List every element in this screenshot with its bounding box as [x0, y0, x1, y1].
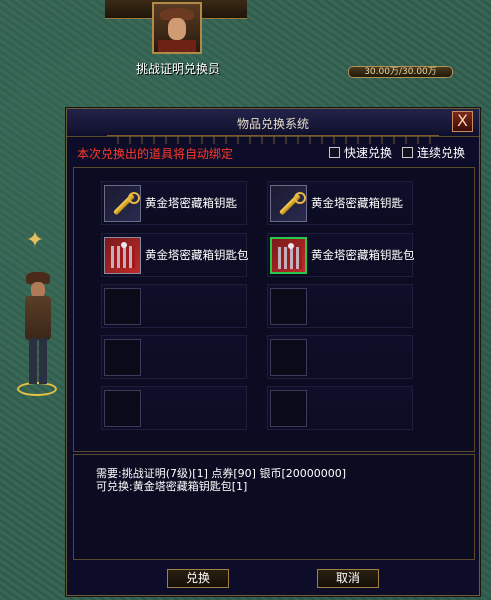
exchange-slot-empty[interactable] [101, 284, 247, 328]
fast-exchange-label: 快速兑换 [344, 146, 393, 160]
exchange-slot-empty[interactable] [267, 335, 413, 379]
exchange-slot-empty[interactable] [101, 335, 247, 379]
window-titlebar[interactable]: 物品兑换系统 X [67, 109, 479, 137]
exchange-item-grid: 黄金塔密藏箱钥匙 黄金塔密藏箱钥匙 黄金塔密藏箱钥匙包 黄金塔密藏箱钥匙包 [73, 167, 475, 452]
cancel-button[interactable]: 取消 [317, 569, 379, 588]
exchange-detail-panel: 需要:挑战证明(7级)[1] 点券[90] 银币[20000000] 可兑换:黄… [73, 454, 475, 560]
empty-slot-icon [104, 390, 141, 427]
exchange-slot-empty[interactable] [101, 386, 247, 430]
target-hp-bar: 30.00万/30.00万 [348, 66, 453, 78]
continuous-exchange-checkbox[interactable]: 连续兑换 [402, 144, 465, 161]
empty-slot-icon [270, 339, 307, 376]
checkbox-box[interactable] [402, 147, 413, 158]
exchange-button[interactable]: 兑换 [167, 569, 229, 588]
golden-key-icon [104, 185, 141, 222]
quest-marker-icon[interactable]: ✦ [24, 228, 46, 254]
checkbox-box[interactable] [329, 147, 340, 158]
title-ornament [107, 135, 439, 144]
exchange-slot-empty[interactable] [267, 284, 413, 328]
fast-exchange-checkbox[interactable]: 快速兑换 [329, 144, 392, 161]
gift-box-icon [104, 237, 141, 274]
npc-portrait[interactable] [152, 2, 202, 54]
exchange-requirements: 需要:挑战证明(7级)[1] 点券[90] 银币[20000000] 可兑换:黄… [96, 467, 346, 493]
golden-key-icon [270, 185, 307, 222]
bind-notice: 本次兑换出的道具将自动绑定 [77, 147, 234, 161]
gift-box-icon [270, 237, 307, 274]
continuous-exchange-label: 连续兑换 [417, 146, 466, 160]
empty-slot-icon [104, 339, 141, 376]
exchangeable-line: 可兑换:黄金塔密藏箱钥匙包[1] [96, 480, 248, 493]
requirement-line: 需要:挑战证明(7级)[1] 点券[90] 银币[20000000] [96, 467, 347, 480]
empty-slot-icon [104, 288, 141, 325]
empty-slot-icon [270, 288, 307, 325]
empty-slot-icon [270, 390, 307, 427]
close-button[interactable]: X [452, 111, 473, 132]
slot-label: 黄金塔密藏箱钥匙包 [145, 248, 249, 262]
slot-label: 黄金塔密藏箱钥匙 [311, 196, 403, 210]
slot-label: 黄金塔密藏箱钥匙 [145, 196, 237, 210]
slot-label: 黄金塔密藏箱钥匙包 [311, 248, 415, 262]
exchange-slot-empty[interactable] [267, 386, 413, 430]
item-exchange-window: 物品兑换系统 X 本次兑换出的道具将自动绑定 快速兑换 连续兑换 黄金塔密藏箱钥… [66, 108, 480, 596]
npc-name: 挑战证明兑换员 [135, 62, 220, 76]
exchange-slot-selected[interactable]: 黄金塔密藏箱钥匙包 [267, 233, 415, 277]
window-title: 物品兑换系统 [236, 117, 309, 131]
exchange-slot[interactable]: 黄金塔密藏箱钥匙包 [101, 233, 249, 277]
player-character[interactable] [17, 272, 57, 396]
exchange-slot[interactable]: 黄金塔密藏箱钥匙 [267, 181, 413, 225]
exchange-slot[interactable]: 黄金塔密藏箱钥匙 [101, 181, 247, 225]
